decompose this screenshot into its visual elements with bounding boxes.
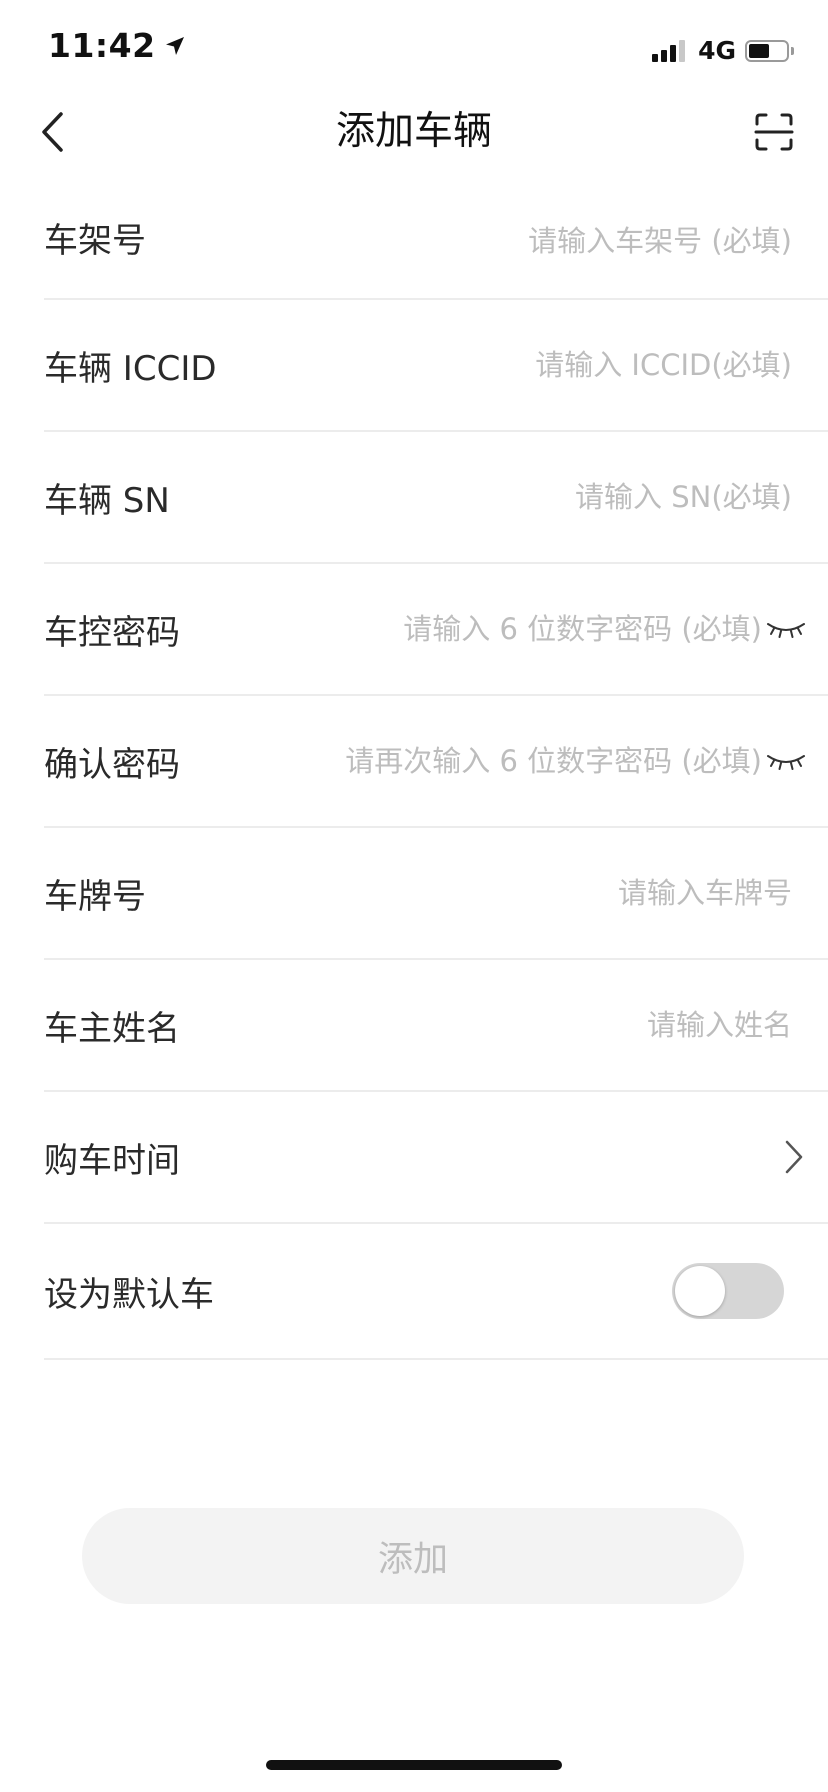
vehicle-form: 车架号 车辆 ICCID 车辆 SN 车控密码 确认密码 (44, 176, 828, 1360)
nav-bar: 添加车辆 (0, 96, 828, 168)
plate-row: 车牌号 (44, 828, 828, 960)
network-type: 4G (698, 36, 736, 65)
owner-name-input[interactable] (272, 960, 792, 1090)
sn-label: 车辆 SN (44, 480, 170, 521)
status-time-text: 11:42 (48, 26, 156, 65)
sn-row: 车辆 SN (44, 432, 828, 564)
default-car-row: 设为默认车 (44, 1224, 828, 1360)
home-indicator[interactable] (266, 1760, 562, 1770)
toggle-knob (675, 1266, 725, 1316)
password-visibility-toggle[interactable] (766, 615, 806, 643)
control-password-input[interactable] (292, 564, 762, 694)
plate-label: 车牌号 (44, 876, 146, 917)
owner-name-label: 车主姓名 (44, 1008, 180, 1049)
status-indicators: 4G (652, 36, 794, 65)
status-time: 11:42 (48, 26, 186, 65)
control-password-row: 车控密码 (44, 564, 828, 696)
confirm-password-row: 确认密码 (44, 696, 828, 828)
signal-icon (652, 39, 688, 62)
default-car-toggle[interactable] (672, 1263, 784, 1319)
vin-label: 车架号 (44, 220, 146, 261)
page-title: 添加车辆 (335, 109, 492, 154)
iccid-label: 车辆 ICCID (44, 348, 217, 389)
scan-button[interactable] (750, 108, 798, 156)
eye-closed-icon (767, 755, 805, 770)
battery-icon (745, 39, 789, 62)
add-button[interactable]: 添加 (82, 1508, 744, 1604)
vin-input[interactable] (272, 176, 792, 306)
confirm-password-visibility-toggle[interactable] (766, 747, 806, 775)
iccid-input[interactable] (272, 300, 792, 430)
control-password-label: 车控密码 (44, 612, 180, 653)
chevron-right-icon (785, 1140, 803, 1174)
confirm-password-label: 确认密码 (44, 744, 180, 785)
purchase-date-row[interactable]: 购车时间 (44, 1092, 828, 1224)
owner-name-row: 车主姓名 (44, 960, 828, 1092)
confirm-password-input[interactable] (262, 696, 762, 826)
eye-closed-icon (767, 623, 805, 638)
status-bar: 11:42 4G (0, 0, 828, 96)
plate-input[interactable] (272, 828, 792, 958)
scan-icon (754, 113, 794, 151)
sn-input[interactable] (272, 432, 792, 562)
vin-row: 车架号 (44, 176, 828, 306)
battery-cap (791, 46, 794, 55)
default-car-label: 设为默认车 (44, 1274, 214, 1315)
location-arrow-icon (165, 36, 184, 55)
iccid-row: 车辆 ICCID (44, 300, 828, 432)
purchase-date-label: 购车时间 (44, 1140, 180, 1181)
